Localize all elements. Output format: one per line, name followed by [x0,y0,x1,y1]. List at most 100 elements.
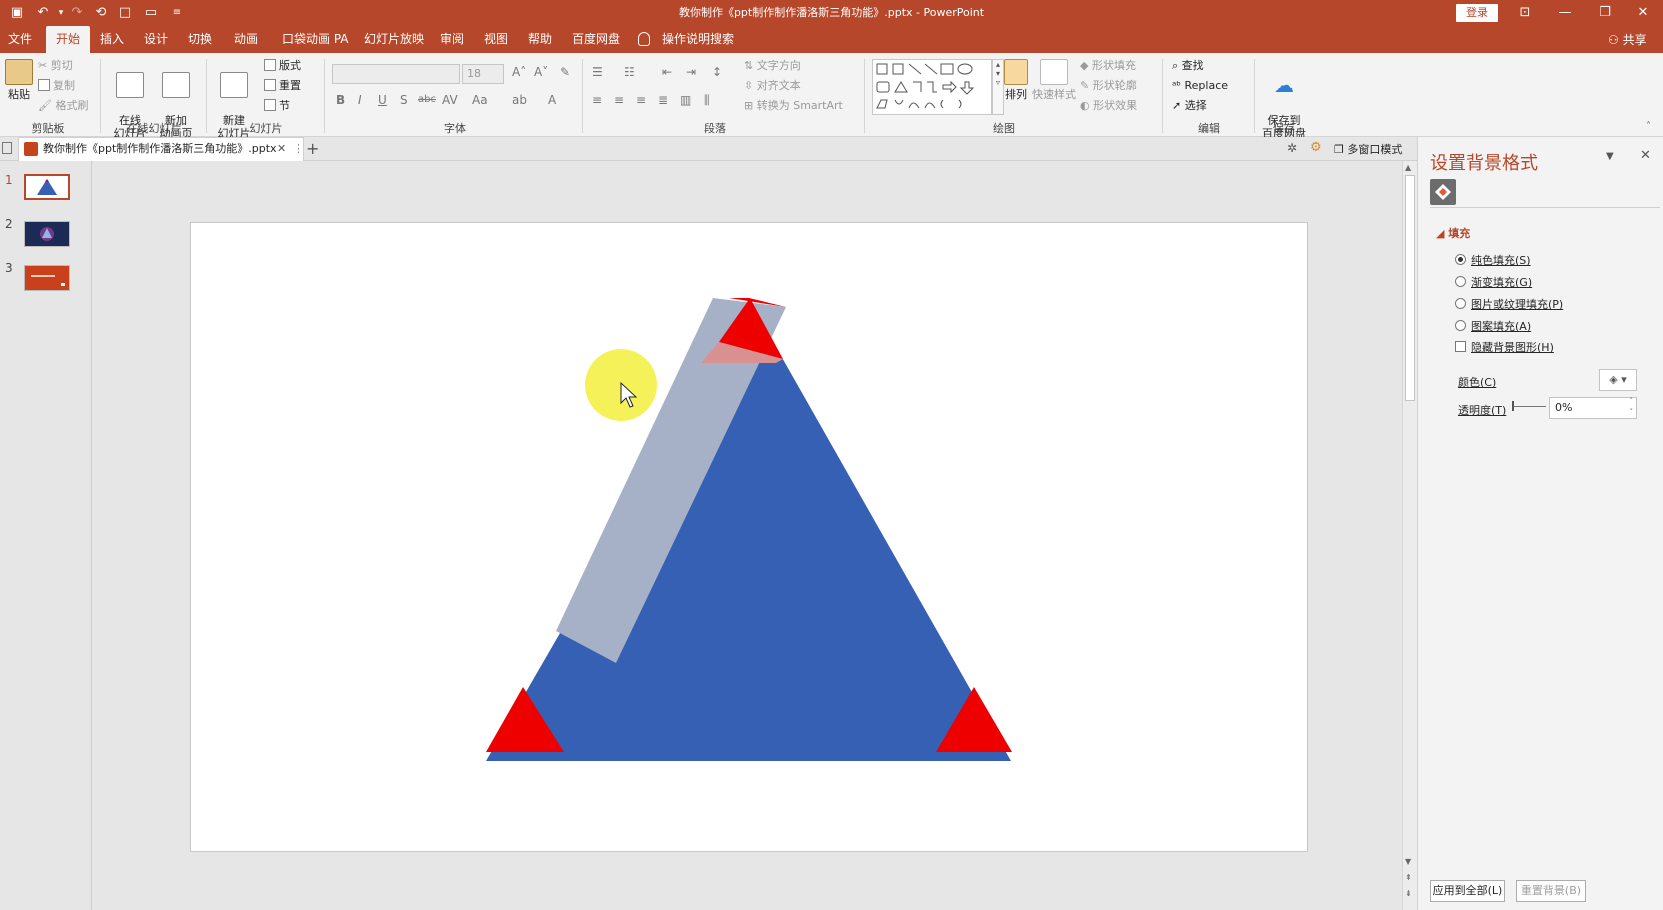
tab-home[interactable]: 开始 [46,26,90,53]
tab-help[interactable]: 帮助 [522,26,558,53]
share-button[interactable]: ⚇ 共享 [1608,31,1647,48]
line-spacing-icon[interactable]: ↕ [712,65,722,79]
tab-animations[interactable]: 动画 [228,26,264,53]
scrollbar-thumb[interactable] [1405,175,1415,401]
replace-button[interactable]: ᵃᵇ Replace [1172,77,1228,95]
grow-font-icon[interactable]: A˄ [512,65,526,79]
tab-menu-icon[interactable]: ⋮ [293,138,304,160]
document-tab[interactable]: 教你制作《ppt制作制作潘洛斯三角功能》.pptx ✕ ⋮ [18,137,304,161]
transparency-input[interactable]: 0% ˄ ˅ [1549,397,1637,419]
login-button[interactable]: 登录 [1456,4,1498,22]
tab-transitions[interactable]: 切换 [182,26,218,53]
align-right-icon[interactable]: ≡ [636,93,646,107]
bullets-icon[interactable]: ☰ [592,65,603,79]
scroll-down-icon[interactable]: ▼ [1405,857,1411,866]
close-tab-icon[interactable]: ✕ [277,138,286,160]
highlight-icon[interactable]: ab [512,93,527,107]
find-button[interactable]: ⌕ 查找 [1172,57,1204,75]
copy-button[interactable]: 复制 [38,77,75,95]
ribbon-display-icon[interactable]: ⊡ [1505,0,1545,26]
layout-button[interactable]: 版式 [264,57,301,75]
smartart-button[interactable]: ⊞ 转换为 SmartArt [744,97,843,115]
collapse-triangle-icon: ◢ [1436,227,1449,240]
tab-list-icon[interactable] [2,142,12,154]
align-left-icon[interactable]: ≡ [592,93,602,107]
shape-fill-button[interactable]: ◆ 形状填充 [1080,57,1136,75]
justify-icon[interactable]: ≣ [658,93,668,107]
bold-icon[interactable]: B [336,93,345,107]
select-button[interactable]: ➚ 选择 [1172,97,1207,115]
picture-fill-radio[interactable] [1455,298,1466,309]
clear-format-icon[interactable]: ✎ [560,65,570,79]
underline-icon[interactable]: U [378,93,387,107]
hide-bg-graphics-checkbox[interactable] [1455,341,1466,352]
minimize-icon[interactable]: — [1545,0,1585,26]
quick-styles-button[interactable]: 快速样式 [1030,59,1078,101]
tab-review[interactable]: 审阅 [434,26,470,53]
italic-icon[interactable]: I [358,93,362,107]
tab-insert[interactable]: 插入 [94,26,130,53]
slide-thumbnail-3[interactable] [24,265,70,291]
tab-view[interactable]: 视图 [478,26,514,53]
font-size-combo[interactable]: 18 [462,64,504,84]
reset-button[interactable]: 重置 [264,77,301,95]
apply-to-all-button[interactable]: 应用到全部(L) [1430,880,1505,902]
tab-file[interactable]: 文件 [2,26,38,53]
shadow-icon[interactable]: S [400,93,408,107]
slide-editor[interactable] [190,222,1308,852]
restore-icon[interactable]: ❐ [1585,0,1625,26]
transparency-slider[interactable] [1512,406,1546,407]
pane-close-icon[interactable]: ✕ [1640,148,1651,163]
increase-indent-icon[interactable]: ⇥ [686,65,696,79]
font-color-icon[interactable]: A [548,93,556,107]
paste-button[interactable]: 粘贴 [4,59,34,101]
align-text-label: 对齐文本 [756,79,801,92]
collapse-ribbon-icon[interactable]: ˄ [1646,121,1651,132]
shapes-gallery[interactable] [872,59,992,115]
tab-pocket-animation[interactable]: 口袋动画 PA [276,26,355,53]
pin-icon[interactable]: ✲ [1287,141,1297,155]
decrease-indent-icon[interactable]: ⇤ [662,65,672,79]
format-painter-button[interactable]: 🖌 格式刷 [38,97,88,115]
strikethrough-icon[interactable]: abc [418,94,436,105]
color-picker-button[interactable]: ◈ ▾ [1599,369,1637,391]
tab-design[interactable]: 设计 [138,26,174,53]
arrange-button[interactable]: 排列 [998,59,1034,101]
align-text-button[interactable]: ⇳ 对齐文本 [744,77,801,95]
char-spacing-icon[interactable]: AV [442,93,458,107]
numbering-icon[interactable]: ☷ [624,65,635,79]
gradient-fill-radio[interactable] [1455,276,1466,287]
solid-fill-radio[interactable] [1455,254,1466,265]
columns-icon[interactable]: ⫼ [704,93,710,108]
transparency-slider-thumb[interactable] [1512,401,1514,411]
tell-me-search[interactable]: 操作说明搜索 [656,26,740,53]
new-tab-icon[interactable]: + [306,137,319,161]
slide-thumbnail-1[interactable] [24,174,70,200]
scroll-up-icon[interactable]: ▲ [1405,163,1411,172]
shape-outline-button[interactable]: ✎ 形状轮廓 [1080,77,1137,95]
font-name-combo[interactable] [332,64,460,84]
spinner-icon[interactable]: ˄ ˅ [1630,396,1634,418]
settings-gear-icon[interactable]: ⚙ [1310,140,1322,155]
shrink-font-icon[interactable]: A˅ [534,65,548,79]
align-center-icon[interactable]: ≡ [614,93,624,107]
next-slide-icon[interactable]: ⇟ [1405,889,1412,898]
prev-slide-icon[interactable]: ⇞ [1405,873,1412,882]
tab-baidu-netdisk[interactable]: 百度网盘 [566,26,626,53]
tab-slideshow[interactable]: 幻灯片放映 [358,26,430,53]
section-button[interactable]: 节 [264,97,290,115]
multi-window-button[interactable]: ❐ 多窗口模式 [1334,141,1402,157]
close-window-icon[interactable]: ✕ [1623,0,1663,26]
cut-button[interactable]: ✂ 剪切 [38,57,73,75]
slide-thumbnail-2[interactable] [24,221,70,247]
fill-category-button[interactable] [1430,179,1456,205]
distributed-icon[interactable]: ▥ [680,93,691,107]
change-case-icon[interactable]: Aa [472,93,488,107]
text-direction-button[interactable]: ⇅ 文字方向 [744,57,801,75]
pane-options-dropdown-icon[interactable]: ▼ [1606,151,1614,162]
pattern-fill-radio[interactable] [1455,320,1466,331]
shape-effects-button[interactable]: ◐ 形状效果 [1080,97,1137,115]
vertical-scrollbar[interactable]: ▲ ▼ ⇞ ⇟ [1402,161,1417,910]
fill-section-header[interactable]: ◢ 填充 [1436,225,1470,241]
reset-background-button[interactable]: 重置背景(B) [1516,880,1586,902]
